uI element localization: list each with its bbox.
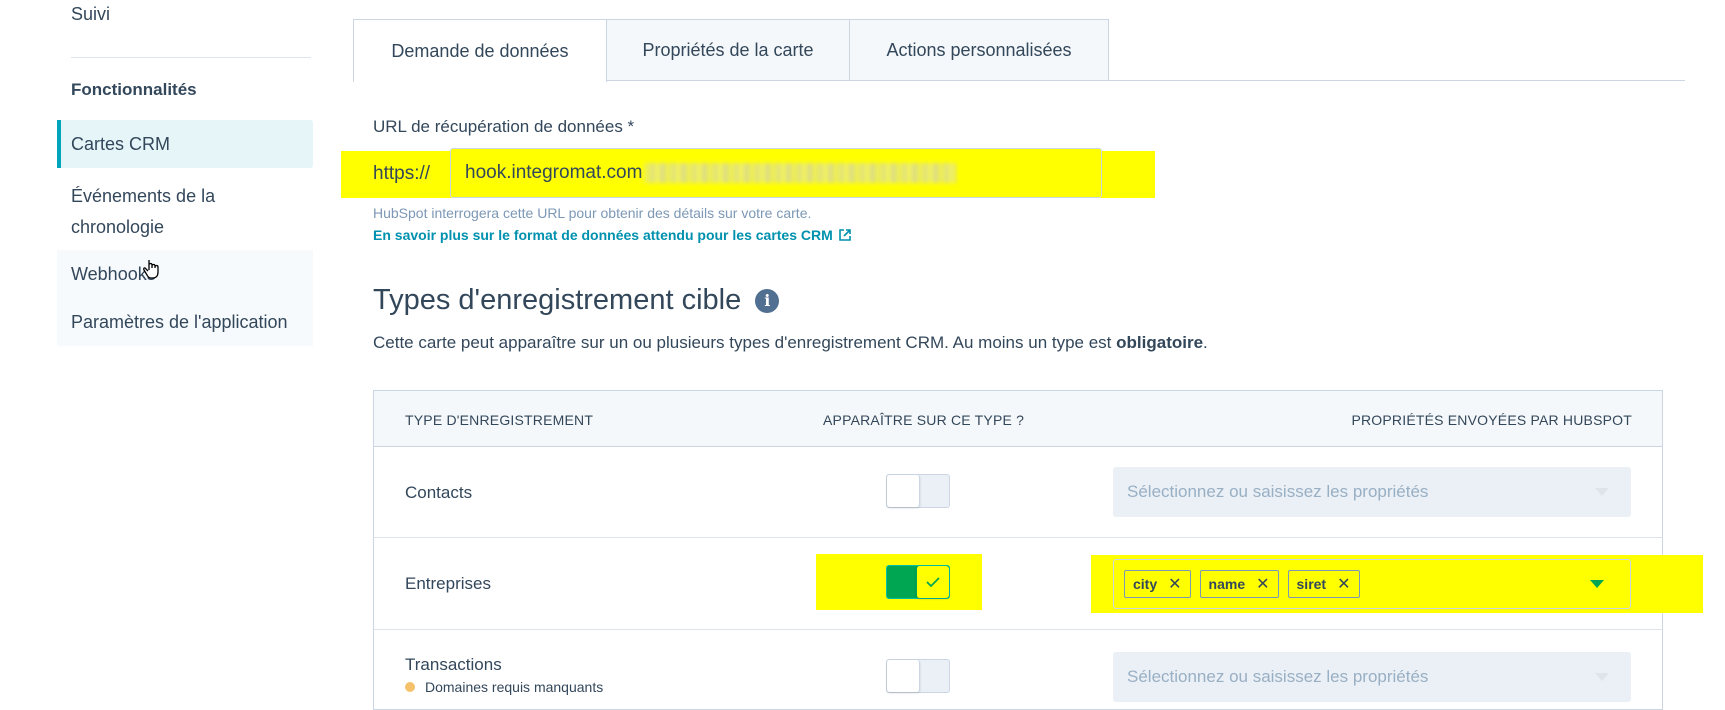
properties-select-contacts[interactable]: Sélectionnez ou saisissez les propriétés bbox=[1113, 467, 1631, 517]
sidebar-item-chronologie[interactable]: chronologie bbox=[57, 211, 313, 243]
toggle-knob bbox=[887, 475, 920, 507]
toggle-knob bbox=[916, 566, 949, 598]
column-header-appear: APPARAÎTRE SUR CE TYPE ? bbox=[823, 412, 1025, 428]
url-redacted-blur bbox=[644, 163, 957, 183]
sidebar-divider bbox=[71, 57, 311, 58]
hand-cursor-icon bbox=[143, 260, 159, 279]
property-chip-name[interactable]: name ✕ bbox=[1199, 570, 1279, 598]
toggle-knob bbox=[887, 660, 920, 692]
sidebar-item-label: Événements de la bbox=[71, 185, 216, 206]
url-help-text: HubSpot interrogera cette URL pour obten… bbox=[373, 205, 812, 221]
url-prefix: https:// bbox=[373, 163, 431, 184]
record-types-table: TYPE D'ENREGISTREMENT APPARAÎTRE SUR CE … bbox=[373, 390, 1703, 710]
chip-label: siret bbox=[1296, 576, 1327, 592]
help-link-label: En savoir plus sur le format de données … bbox=[373, 227, 833, 243]
row-name-entreprises: Entreprises bbox=[405, 574, 491, 593]
missing-scopes-warning: Domaines requis manquants bbox=[405, 679, 603, 695]
url-input[interactable]: hook.integromat.com bbox=[450, 148, 1102, 198]
table-header: TYPE D'ENREGISTREMENT APPARAÎTRE SUR CE … bbox=[374, 391, 1662, 447]
row-divider bbox=[374, 537, 1662, 538]
description-bold: obligatoire bbox=[1116, 333, 1204, 352]
description-suffix: . bbox=[1203, 333, 1208, 352]
info-icon[interactable]: i bbox=[755, 288, 780, 313]
column-header-type: TYPE D'ENREGISTREMENT bbox=[405, 412, 594, 428]
tab-demande-de-donnees[interactable]: Demande de données bbox=[353, 19, 607, 82]
chevron-down-icon bbox=[1595, 673, 1609, 681]
sidebar-item-label: Cartes CRM bbox=[71, 133, 171, 154]
column-header-properties: PROPRIÉTÉS ENVOYÉES PAR HUBSPOT bbox=[1351, 412, 1632, 428]
chevron-down-icon bbox=[1595, 488, 1609, 496]
toggle-contacts[interactable] bbox=[886, 474, 950, 508]
sidebar-item-webhooks[interactable]: Webhooks bbox=[57, 250, 313, 298]
target-types-title: Types d'enregistrement cible i bbox=[373, 284, 780, 317]
row-name-contacts: Contacts bbox=[405, 483, 473, 502]
property-chip-siret[interactable]: siret ✕ bbox=[1287, 570, 1360, 598]
sidebar-section-heading: Fonctionnalités bbox=[71, 80, 197, 99]
url-field-label: URL de récupération de données * bbox=[373, 117, 635, 136]
close-icon[interactable]: ✕ bbox=[1256, 574, 1269, 594]
chip-label: city bbox=[1133, 576, 1158, 592]
close-icon[interactable]: ✕ bbox=[1337, 574, 1350, 594]
properties-select-entreprises[interactable]: city ✕ name ✕ siret ✕ bbox=[1113, 559, 1631, 609]
toggle-entreprises[interactable] bbox=[886, 565, 950, 599]
tab-actions-personnalisees[interactable]: Actions personnalisées bbox=[849, 19, 1109, 81]
row-name-transactions: Transactions bbox=[405, 655, 502, 674]
toggle-transactions[interactable] bbox=[886, 659, 950, 693]
property-chip-city[interactable]: city ✕ bbox=[1124, 570, 1191, 598]
row-divider bbox=[374, 629, 1662, 630]
description-text: Cette carte peut apparaître sur un ou pl… bbox=[373, 333, 1117, 352]
sidebar-item-label: chronologie bbox=[71, 216, 165, 237]
target-types-description: Cette carte peut apparaître sur un ou pl… bbox=[373, 333, 1208, 353]
sidebar-item-evenements[interactable]: Événements de la bbox=[57, 180, 313, 212]
crm-format-help-link[interactable]: En savoir plus sur le format de données … bbox=[373, 227, 852, 243]
sidebar-item-label: Paramètres de l'application bbox=[71, 311, 288, 332]
close-icon[interactable]: ✕ bbox=[1168, 574, 1181, 594]
chevron-down-icon[interactable] bbox=[1590, 580, 1604, 588]
external-link-icon bbox=[838, 229, 851, 241]
warning-text: Domaines requis manquants bbox=[425, 679, 604, 695]
tab-proprietes-carte[interactable]: Propriétés de la carte bbox=[606, 19, 850, 81]
chip-label: name bbox=[1208, 576, 1246, 592]
select-placeholder: Sélectionnez ou saisissez les propriétés bbox=[1127, 667, 1429, 686]
target-types-title-text: Types d'enregistrement cible bbox=[373, 284, 742, 316]
url-input-value: hook.integromat.com bbox=[465, 162, 643, 183]
select-placeholder: Sélectionnez ou saisissez les propriétés bbox=[1127, 482, 1429, 501]
sidebar-item-parametres[interactable]: Paramètres de l'application bbox=[57, 298, 313, 346]
warning-dot-icon bbox=[405, 682, 415, 692]
sidebar-item-cartes-crm[interactable]: Cartes CRM bbox=[57, 120, 313, 168]
checkmark-icon bbox=[926, 577, 940, 588]
sidebar-link-suivi[interactable]: Suivi bbox=[71, 4, 110, 25]
